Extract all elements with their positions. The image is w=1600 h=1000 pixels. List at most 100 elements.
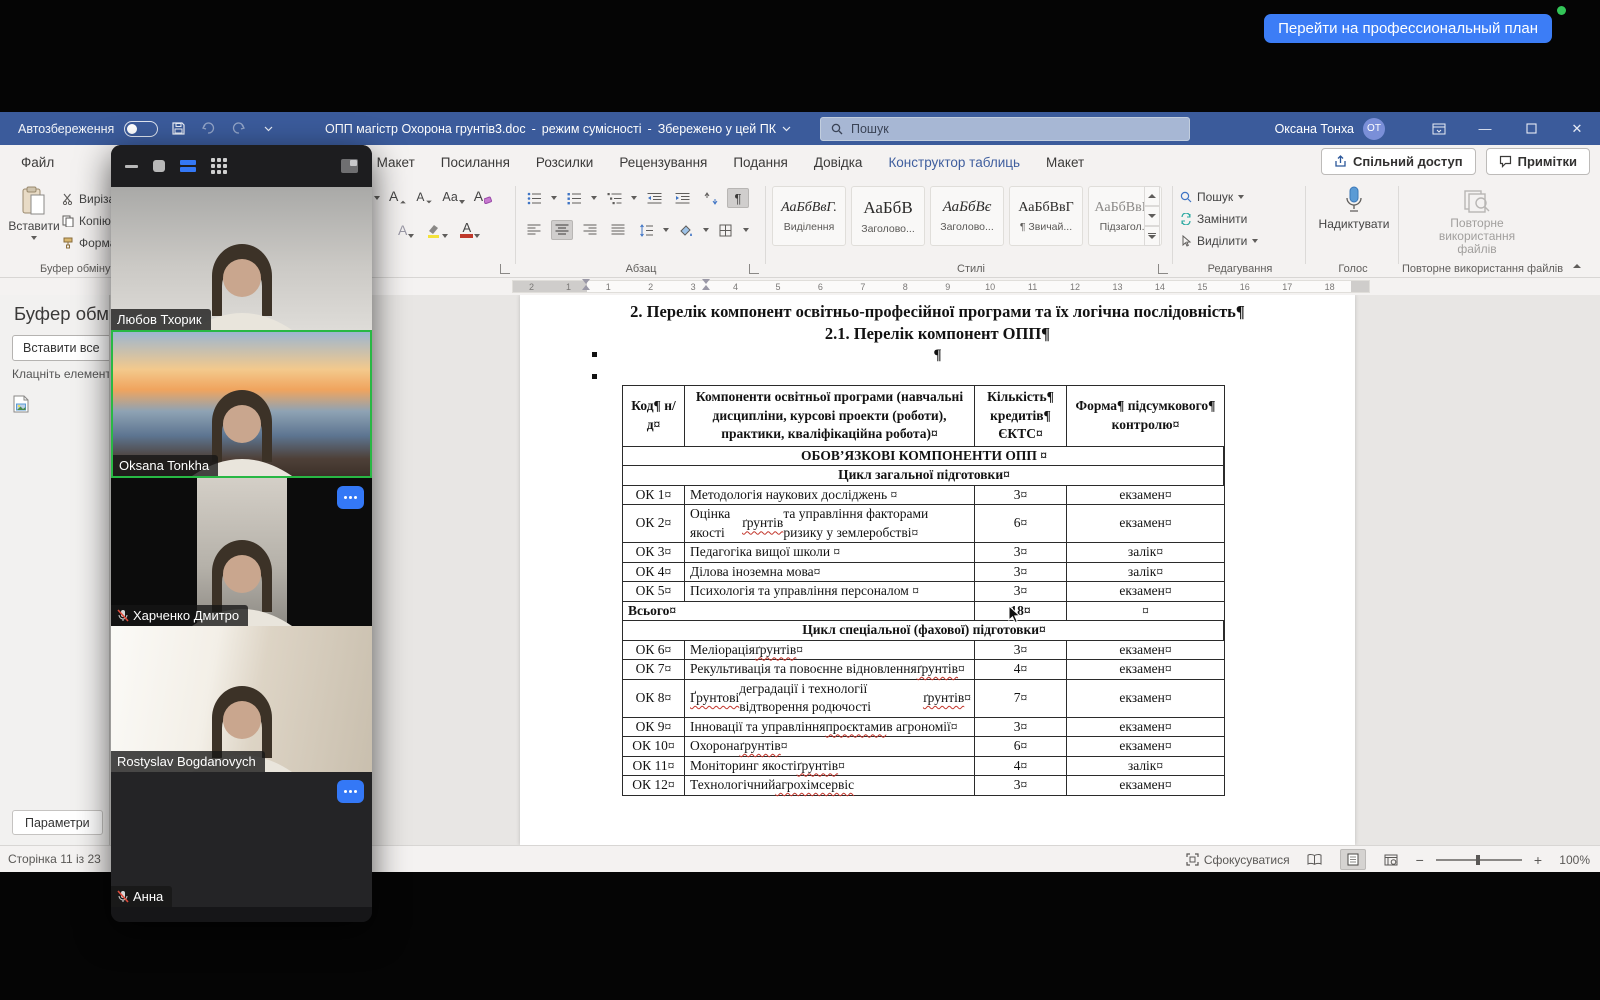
table-row[interactable]: ОК 11¤ Моніторинг якості ґрунтів¤ 4¤ зал…	[623, 757, 1224, 777]
undo-icon[interactable]	[198, 119, 218, 139]
show-formatting-marks-button[interactable]: ¶	[727, 188, 749, 208]
paste-button[interactable]: Вставити	[8, 178, 60, 240]
table-row[interactable]: ОК 7¤ Рекультивація та повоєнне відновле…	[623, 660, 1224, 680]
table-row[interactable]: Цикл спеціальної (фахової) підготовки¤	[623, 621, 1224, 641]
zoom-slider[interactable]	[1436, 859, 1522, 861]
exit-fullscreen-icon[interactable]	[153, 160, 165, 172]
ribbon-tab[interactable]: Розсилки	[523, 149, 606, 178]
style-card[interactable]: АаБбВ Заголово...	[851, 186, 925, 246]
minimize-panel-icon[interactable]	[125, 165, 138, 168]
zoom-level[interactable]: 100%	[1554, 853, 1590, 867]
change-case-button[interactable]: Аа	[442, 190, 464, 204]
close-button[interactable]: ✕	[1554, 112, 1600, 145]
ribbon-tab[interactable]: Конструктор таблиць	[875, 149, 1033, 178]
page-indicator[interactable]: Сторінка 11 із 23	[8, 852, 101, 866]
autosave-toggle[interactable]	[124, 121, 158, 137]
table-row[interactable]: ОК 10¤ Охорона ґрунтів ¤ 6¤ екзамен¤	[623, 737, 1224, 757]
participant-menu-button[interactable]	[337, 486, 364, 509]
sort-button[interactable]	[699, 188, 721, 208]
select-button[interactable]: Виділити	[1180, 230, 1258, 252]
font-dialog-launcher[interactable]	[500, 264, 510, 274]
share-button[interactable]: Спільний доступ	[1321, 148, 1476, 175]
text-effects-button[interactable]: А	[398, 222, 414, 238]
search-box[interactable]: Пошук	[820, 117, 1190, 141]
upgrade-plan-button[interactable]: Перейти на профессиональный план	[1264, 14, 1552, 43]
read-mode-button[interactable]	[1302, 849, 1328, 870]
table-row[interactable]: Всього¤ 18¤ ¤	[623, 602, 1224, 622]
zoom-slider-thumb[interactable]	[1476, 855, 1480, 865]
ribbon-display-options-icon[interactable]	[1416, 112, 1462, 145]
styles-scroll-up-button[interactable]	[1144, 186, 1160, 206]
video-call-panel[interactable]: Любов Тхорик Oksana Tonk	[111, 145, 372, 922]
bullet-list-button[interactable]	[523, 188, 545, 208]
replace-button[interactable]: Замінити	[1180, 208, 1258, 230]
save-icon[interactable]	[168, 119, 188, 139]
grow-font-button[interactable]: А	[389, 188, 407, 204]
quick-access-dropdown-icon[interactable]	[258, 119, 278, 139]
speaker-view-icon[interactable]	[180, 160, 196, 172]
styles-expand-button[interactable]	[1144, 226, 1160, 246]
hanging-indent-marker[interactable]	[702, 279, 709, 290]
participant-menu-button[interactable]	[337, 780, 364, 803]
ribbon-tab[interactable]: Файл	[8, 149, 67, 178]
ribbon-tab[interactable]: Довідка	[801, 149, 876, 178]
table-row[interactable]: ОК 1¤ Методологія наукових досліджень ¤ …	[623, 486, 1224, 506]
dictate-button[interactable]: Надиктувати	[1326, 178, 1382, 231]
participant-tile[interactable]: Oksana Tonkha	[111, 330, 372, 478]
ribbon-tab[interactable]: Подання	[720, 149, 801, 178]
redo-icon[interactable]	[228, 119, 248, 139]
focus-button[interactable]: Сфокусуватися	[1186, 853, 1290, 867]
web-layout-button[interactable]	[1378, 849, 1404, 870]
table-row[interactable]: ОК 12¤ Технологічний агрохімсервіс 3¤ ек…	[623, 776, 1224, 795]
layout-options-icon[interactable]	[341, 159, 358, 173]
table-row[interactable]: ОК 6¤ Меліорація ґрунтів¤ 3¤ екзамен¤	[623, 641, 1224, 661]
minimize-button[interactable]: —	[1462, 112, 1508, 145]
decrease-indent-button[interactable]	[643, 188, 665, 208]
table-row[interactable]: ОК 8¤ Ґрунтові деградації і технології в…	[623, 680, 1224, 718]
participant-tile[interactable]: Rostyslav Bogdanovych	[111, 626, 372, 772]
find-button[interactable]: Пошук	[1180, 186, 1258, 208]
font-color-button[interactable]: А	[460, 222, 480, 238]
align-center-button[interactable]	[551, 220, 573, 240]
gallery-view-icon[interactable]	[211, 158, 227, 174]
table-row[interactable]: Цикл загальної підготовки¤	[623, 466, 1224, 486]
style-card[interactable]: АаБбВє Заголово...	[930, 186, 1004, 246]
participant-tile[interactable]: Любов Тхорик	[111, 187, 372, 330]
line-spacing-button[interactable]	[635, 220, 657, 240]
ribbon-tab[interactable]: Макет	[364, 149, 428, 178]
reuse-files-button[interactable]: Повторне використання файлів	[1438, 180, 1516, 256]
clipboard-options-button[interactable]: Параметри	[12, 810, 103, 835]
style-card[interactable]: АаБбВвГ. Виділення	[772, 186, 846, 246]
shading-button[interactable]	[675, 220, 697, 240]
document-title[interactable]: ОПП магістр Охорона грунтів3.doc - режим…	[325, 112, 791, 145]
table-row[interactable]: ОК 5¤ Психологія та управління персонало…	[623, 582, 1224, 602]
table-row[interactable]: ОК 4¤ Ділова іноземна мова¤ 3¤ залік¤	[623, 563, 1224, 583]
table-row[interactable]: ОК 2¤ Оцінка якості ґрунтів та управлінн…	[623, 505, 1224, 543]
maximize-button[interactable]	[1508, 112, 1554, 145]
table-row[interactable]: ОК 3¤ Педагогіка вищої школи ¤ 3¤ залік¤	[623, 543, 1224, 563]
borders-button[interactable]	[715, 220, 737, 240]
paste-all-button[interactable]: Вставити все	[12, 335, 110, 361]
comments-button[interactable]: Примітки	[1486, 148, 1590, 175]
print-layout-button[interactable]	[1340, 849, 1366, 870]
ribbon-tab[interactable]: Рецензування	[606, 149, 720, 178]
shrink-font-button[interactable]: А	[416, 190, 433, 204]
numbered-list-button[interactable]	[563, 188, 585, 208]
highlight-color-button[interactable]	[426, 223, 448, 238]
account-area[interactable]: Оксана Тонха ОТ	[1275, 112, 1385, 145]
table-row[interactable]: ОБОВ’ЯЗКОВІ КОМПОНЕНТИ ОПП ¤	[623, 447, 1224, 467]
participant-tile[interactable]: Харченко Дмитро	[111, 478, 372, 626]
increase-indent-button[interactable]	[671, 188, 693, 208]
clipboard-item-icon[interactable]	[13, 395, 29, 413]
style-card[interactable]: АаБбВвГ ¶ Звичай...	[1009, 186, 1083, 246]
justify-button[interactable]	[607, 220, 629, 240]
components-table[interactable]: Код¶ н/д¤ Компоненти освітньої програми …	[622, 385, 1225, 796]
align-right-button[interactable]	[579, 220, 601, 240]
document-page[interactable]: 2. Перелік компонент освітньо-професійно…	[520, 295, 1355, 845]
styles-scroll-down-button[interactable]	[1144, 206, 1160, 226]
table-row[interactable]: ОК 9¤ Інновації та управління проєктами …	[623, 718, 1224, 738]
multilevel-list-button[interactable]	[603, 188, 625, 208]
paragraph-dialog-launcher[interactable]	[749, 264, 759, 274]
first-line-indent-marker[interactable]	[582, 279, 589, 290]
zoom-out-button[interactable]: −	[1416, 852, 1424, 868]
